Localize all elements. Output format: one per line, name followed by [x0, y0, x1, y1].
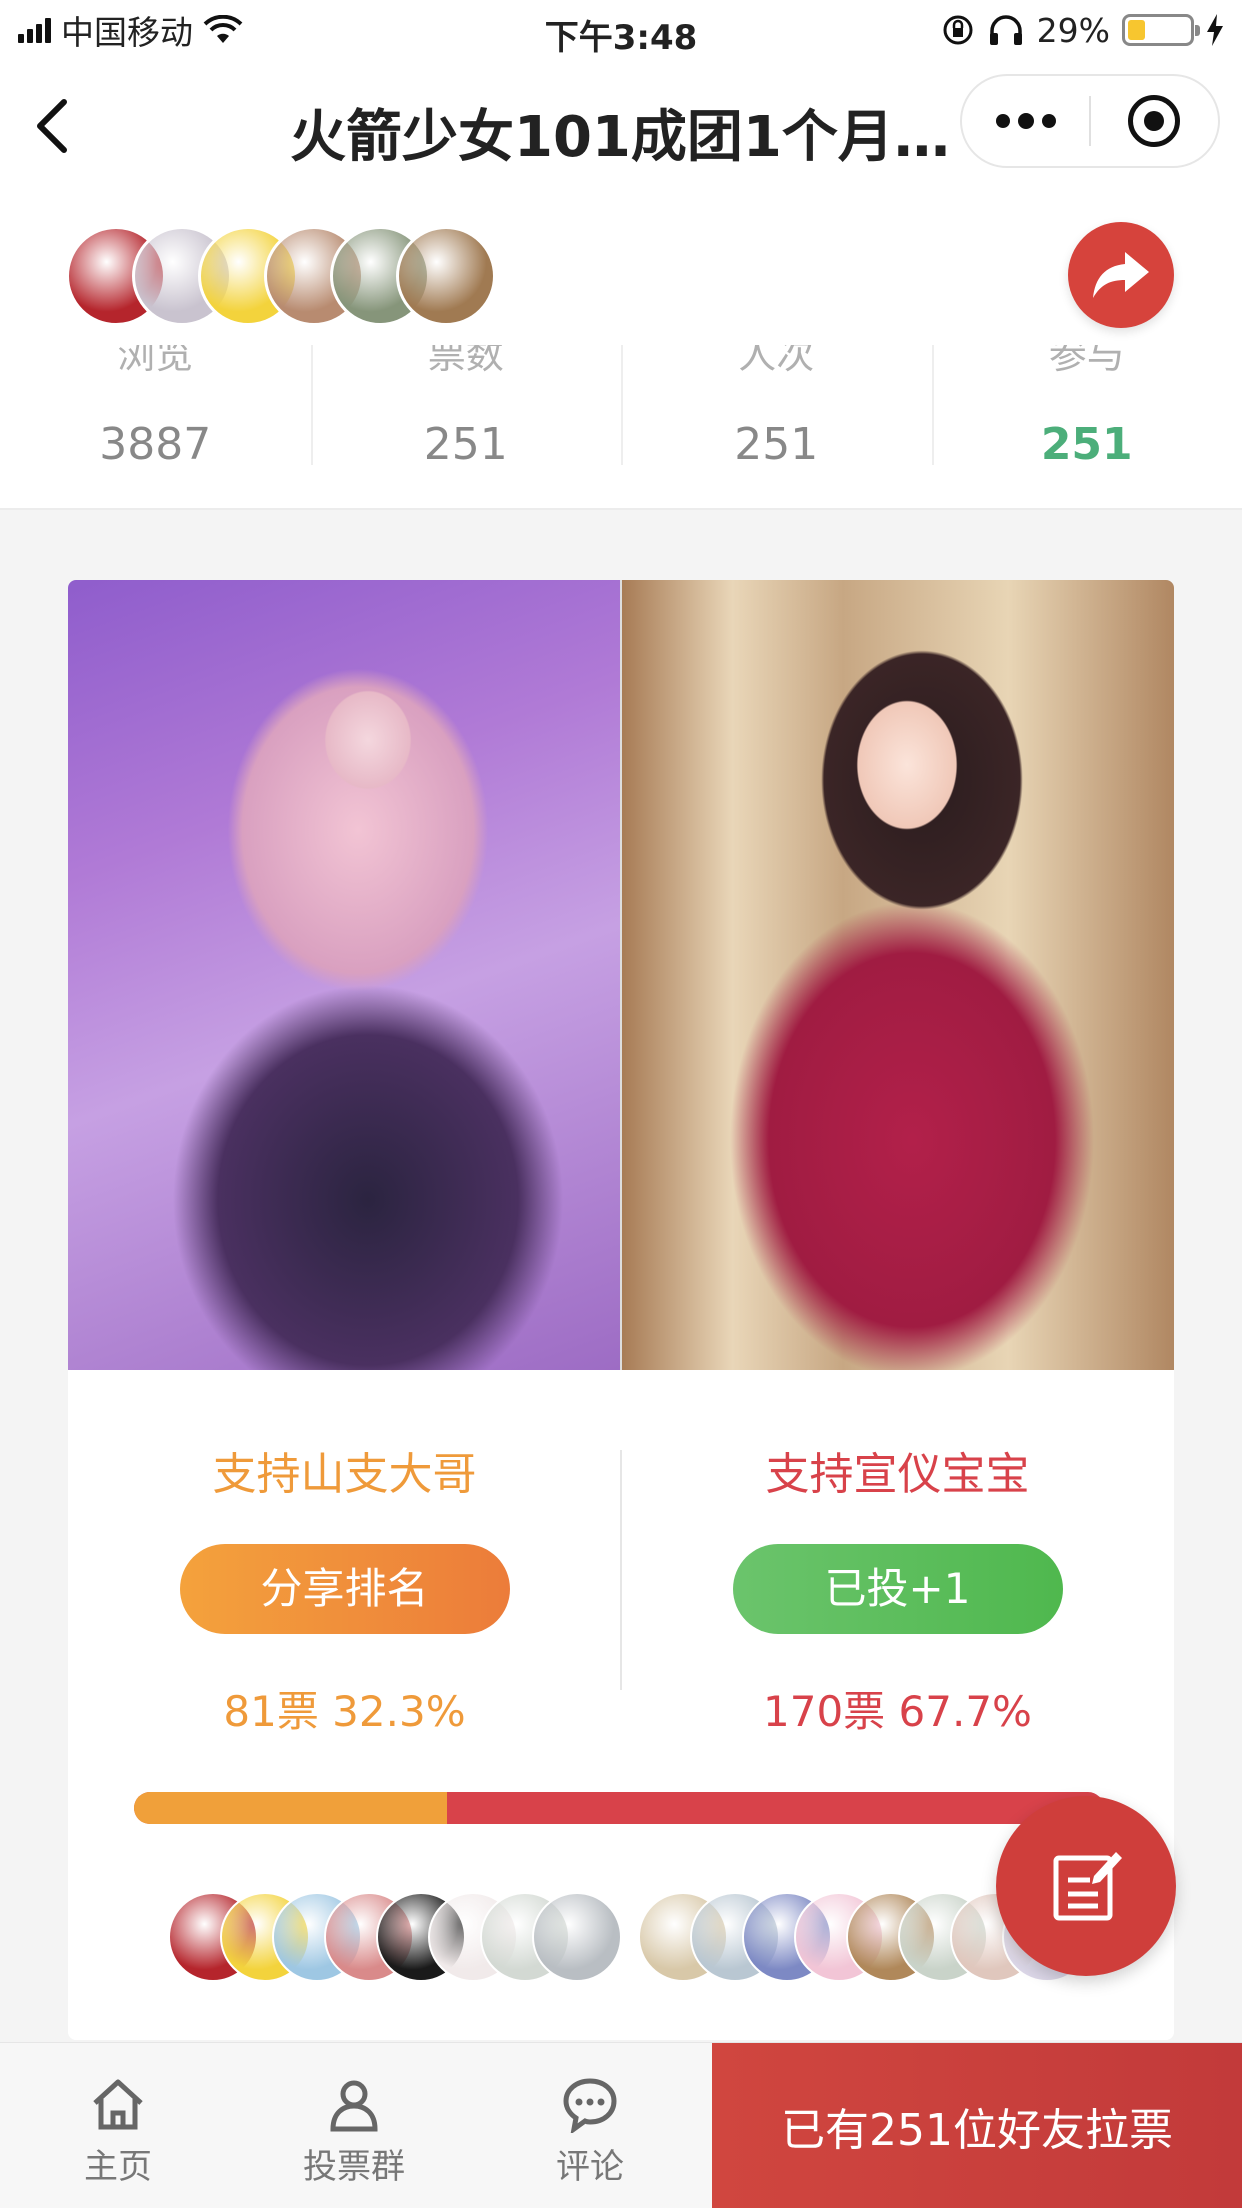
option-name: 支持宣仪宝宝: [765, 1449, 1030, 1500]
status-bar: 中国移动 下午3:48 29%: [0, 0, 1242, 62]
option-result: 170票 67.7%: [763, 1687, 1032, 1736]
candidate-photo-right[interactable]: [620, 580, 1174, 1370]
comment-icon: [563, 2078, 617, 2133]
page-title: 火箭少女101成团1个月…: [290, 105, 950, 170]
pk-vote-card: 支持山支大哥 分享排名 81票 32.3% 支持宣仪宝宝 已投+1 170票 6…: [68, 580, 1174, 2040]
vote-progress-bar: [134, 1792, 1104, 1824]
stat-label: 参与: [1048, 345, 1125, 377]
stat-label: 票数: [427, 345, 504, 377]
battery-percent: 29%: [1036, 10, 1110, 50]
candidate-photos: [68, 580, 1174, 1370]
tab-label: 主页: [84, 2147, 152, 2187]
avatar: [396, 226, 496, 326]
stat-participants: 参与 251: [931, 345, 1242, 490]
tab-home[interactable]: 主页: [0, 2043, 236, 2208]
tab-label: 评论: [556, 2147, 624, 2187]
option-name: 支持山支大哥: [212, 1449, 477, 1500]
orientation-lock-icon: [943, 15, 973, 45]
poll-stats: 浏览 3887 票数 251 人次 251 参与 251: [0, 345, 1242, 490]
stat-views: 浏览 3887: [0, 345, 311, 490]
more-icon[interactable]: [962, 76, 1089, 166]
back-icon[interactable]: [28, 96, 76, 156]
voted-button[interactable]: 已投+1: [732, 1544, 1063, 1634]
tab-vote-group[interactable]: 投票群: [236, 2043, 472, 2208]
stat-voters: 人次 251: [621, 345, 932, 490]
candidate-photo-left[interactable]: [68, 580, 620, 1370]
status-right: 29%: [941, 10, 1224, 50]
option-result: 81票 32.3%: [223, 1687, 466, 1736]
edit-button[interactable]: [996, 1796, 1176, 1976]
left-voter-avatars[interactable]: [168, 1892, 622, 1982]
share-ranking-button[interactable]: 分享排名: [179, 1544, 510, 1634]
top-voter-avatars[interactable]: [66, 226, 496, 326]
vote-progress-left: [134, 1792, 448, 1824]
option-right: 支持宣仪宝宝 已投+1 170票 67.7%: [621, 1370, 1174, 1736]
stat-votes: 票数 251: [310, 345, 622, 490]
stat-label: 浏览: [117, 345, 194, 377]
invite-friends-button[interactable]: 已有251位好友拉票: [712, 2043, 1242, 2208]
poll-header: 浏览 3887 票数 251 人次 251 参与 251: [0, 190, 1242, 510]
stat-label: 人次: [738, 345, 815, 377]
mini-program-capsule: [960, 74, 1220, 168]
headphones-icon: [989, 15, 1022, 45]
stat-value: 251: [423, 419, 508, 470]
battery-fill: [1128, 20, 1146, 40]
stat-value: 3887: [99, 419, 212, 470]
stat-value: 251: [734, 419, 819, 470]
option-left: 支持山支大哥 分享排名 81票 32.3%: [68, 1370, 621, 1736]
share-button[interactable]: [1068, 222, 1174, 328]
charging-icon: [1207, 14, 1223, 46]
group-icon: [330, 2080, 378, 2132]
target-icon: [1128, 95, 1181, 147]
close-mini-program-button[interactable]: [1091, 76, 1218, 166]
right-voter-avatars[interactable]: [638, 1892, 1092, 1982]
nav-bar: 火箭少女101成团1个月…: [0, 62, 1242, 190]
edit-note-icon: [1053, 1852, 1122, 1921]
voter-avatar: [532, 1892, 622, 1982]
share-arrow-icon: [1093, 252, 1149, 298]
battery-icon: [1122, 14, 1200, 46]
option-divider: [620, 1450, 622, 1690]
bottom-tab-bar: 主页 投票群 评论 已有251位好友拉票: [0, 2042, 1242, 2208]
stat-value: 251: [1040, 419, 1133, 470]
tab-comments[interactable]: 评论: [472, 2043, 708, 2208]
tab-label: 投票群: [303, 2147, 405, 2187]
home-icon: [93, 2079, 143, 2130]
